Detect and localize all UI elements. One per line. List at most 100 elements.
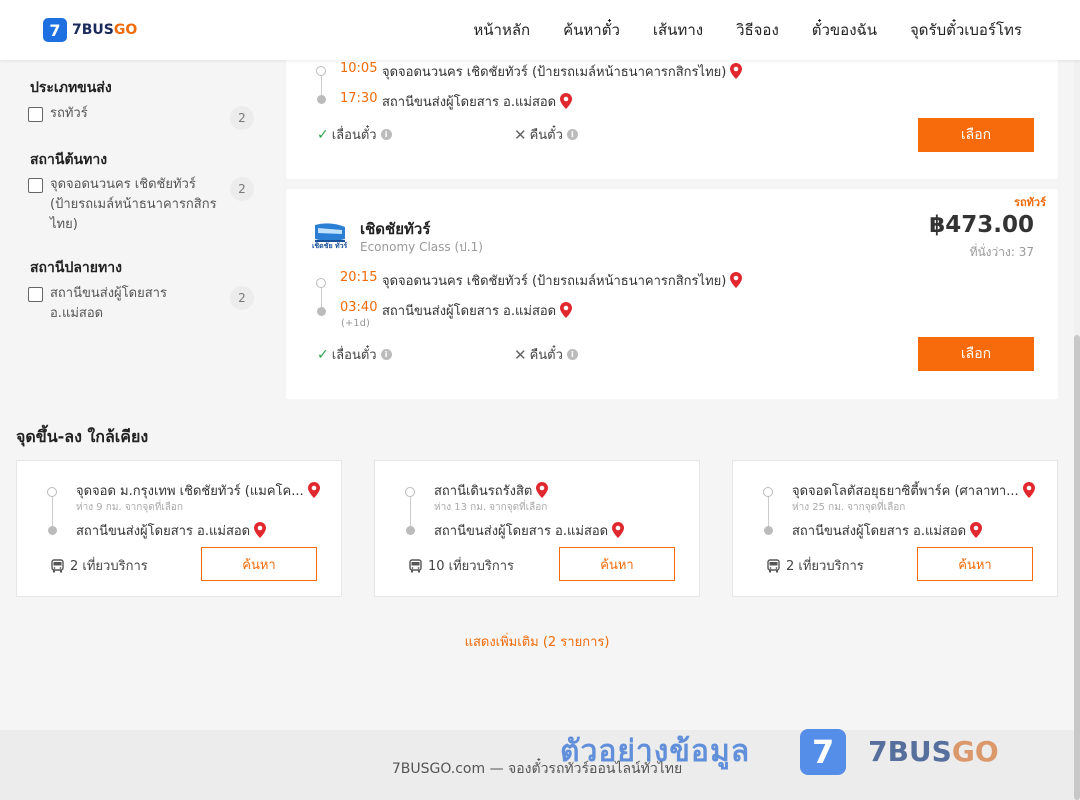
arrive-station: สถานีขนส่งผู้โดยสาร อ.แม่สอด xyxy=(382,91,573,112)
seats-available: ที่นั่งว่าง: 37 xyxy=(969,245,1034,259)
destination-dot xyxy=(406,526,415,535)
origin-dot xyxy=(763,487,773,497)
nearby-search-button[interactable]: ค้นหา xyxy=(917,547,1033,581)
depart-station: จุดจอดนวนคร เชิดชัยทัวร์ (ป้ายรถเมล์หน้า… xyxy=(382,61,743,82)
nearby-distance: ห่าง 9 กม. จากจุดที่เลือก xyxy=(76,502,183,513)
filter-checkbox[interactable] xyxy=(28,287,43,302)
filter-label: จุดจอดนวนคร เชิดชัยทัวร์ (ป้ายรถเมล์หน้า… xyxy=(50,177,217,232)
filter-checkbox[interactable] xyxy=(28,107,43,122)
logo-wordmark: 7BUSGO xyxy=(72,22,138,38)
map-pin-icon[interactable] xyxy=(307,482,320,498)
trip-card: 10:05 จุดจอดนวนคร เชิดชัยทัวร์ (ป้ายรถเม… xyxy=(286,60,1058,179)
sample-watermark: ตัวอย่างข้อมูล 7 7BUSGO xyxy=(560,728,999,775)
count-badge: 2 xyxy=(230,106,254,130)
nav-pickup-points[interactable]: จุดรับตั๋วเบอร์โทร xyxy=(910,18,1022,42)
select-trip-button[interactable]: เลือก xyxy=(918,337,1034,371)
nav-how-to-book[interactable]: วิธีจอง xyxy=(736,18,779,42)
filter-label: รถทัวร์ xyxy=(50,106,88,121)
count-badge: 2 xyxy=(230,286,254,310)
watermark-text: ตัวอย่างข้อมูล xyxy=(560,734,751,769)
nearby-search-button[interactable]: ค้นหา xyxy=(201,547,317,581)
nearby-to-station: สถานีขนส่งผู้โดยสาร อ.แม่สอด xyxy=(434,520,625,541)
filter-label: สถานีขนส่งผู้โดยสาร อ.แม่สอด xyxy=(50,286,167,321)
nearby-card: สถานีเดินรถรังสิต ห่าง 13 กม. จากจุดที่เ… xyxy=(374,460,700,597)
watermark-brand: 7BUSGO xyxy=(868,735,999,768)
info-icon[interactable]: i xyxy=(380,349,392,360)
page-scrollbar[interactable] xyxy=(1074,0,1080,800)
nearby-card: จุดจอด ม.กรุงเทพ เชิดชัยทัวร์ (แมคโค... … xyxy=(16,460,342,597)
nav-search-tickets[interactable]: ค้นหาตั๋ว xyxy=(563,18,620,42)
nearby-trip-count: 2 เที่ยวบริการ xyxy=(767,555,864,576)
nearby-from-station: สถานีเดินรถรังสิต xyxy=(434,480,549,501)
filter-checkbox[interactable] xyxy=(28,178,43,193)
filter-option-tour-bus[interactable]: รถทัวร์ 2 xyxy=(28,106,256,130)
filter-option-origin-station[interactable]: จุดจอดนวนคร เชิดชัยทัวร์ (ป้ายรถเมล์หน้า… xyxy=(28,177,256,235)
nearby-to-station: สถานีขนส่งผู้โดยสาร อ.แม่สอด xyxy=(792,520,983,541)
destination-dot xyxy=(317,95,326,104)
bus-icon xyxy=(409,558,422,572)
map-pin-icon[interactable] xyxy=(560,93,573,109)
map-pin-icon[interactable] xyxy=(730,63,743,79)
info-icon[interactable]: i xyxy=(566,129,578,140)
map-pin-icon[interactable] xyxy=(254,522,267,538)
site-logo[interactable]: 7 7BUSGO xyxy=(43,18,137,42)
depart-station: จุดจอดนวนคร เชิดชัยทัวร์ (ป้ายรถเมล์หน้า… xyxy=(382,270,743,291)
arrive-time: 17:30 xyxy=(340,91,378,106)
show-more-link[interactable]: แสดงเพิ่มเติม (2 รายการ) xyxy=(0,631,1074,652)
reschedule-policy: ✓ เลื่อนตั๋ว i xyxy=(317,344,392,365)
depart-time: 20:15 xyxy=(340,270,378,285)
nearby-trip-count: 2 เที่ยวบริการ xyxy=(51,555,148,576)
origin-dot xyxy=(405,487,415,497)
cross-icon: ✕ xyxy=(514,345,527,364)
nav-routes[interactable]: เส้นทาง xyxy=(653,18,703,42)
filter-option-destination-station[interactable]: สถานีขนส่งผู้โดยสาร อ.แม่สอด 2 xyxy=(28,286,256,324)
info-icon[interactable]: i xyxy=(380,129,392,140)
count-badge: 2 xyxy=(230,177,254,201)
destination-dot xyxy=(48,526,57,535)
refund-policy: ✕ คืนตั๋ว i xyxy=(514,124,578,145)
cross-icon: ✕ xyxy=(514,125,527,144)
bus-class: Economy Class (ป.1) xyxy=(360,240,483,254)
map-pin-icon[interactable] xyxy=(730,272,743,288)
bus-icon xyxy=(767,558,780,572)
refund-policy: ✕ คืนตั๋ว i xyxy=(514,344,578,365)
map-pin-icon[interactable] xyxy=(970,522,983,538)
main-nav: หน้าหลัก ค้นหาตั๋ว เส้นทาง วิธีจอง ตั๋วข… xyxy=(440,0,1022,60)
nearby-trip-count: 10 เที่ยวบริการ xyxy=(409,555,514,576)
check-icon: ✓ xyxy=(317,126,329,143)
operator-logo-caption: เชิดชัย ทัวร์ xyxy=(312,242,348,250)
nearby-search-button[interactable]: ค้นหา xyxy=(559,547,675,581)
bus-icon xyxy=(51,558,64,572)
nearby-to-station: สถานีขนส่งผู้โดยสาร อ.แม่สอด xyxy=(76,520,267,541)
filter-title-origin: สถานีต้นทาง xyxy=(30,152,108,168)
arrive-time: 03:40 xyxy=(340,300,378,315)
origin-dot xyxy=(47,487,57,497)
filter-title-destination: สถานีปลายทาง xyxy=(30,260,122,276)
filter-title-transport-type: ประเภทขนส่ง xyxy=(30,80,112,96)
map-pin-icon[interactable] xyxy=(536,482,549,498)
nearby-card: จุดจอดโลตัสอยุธยาซิตี้พาร์ค (ศาลาทา... ห… xyxy=(732,460,1058,597)
arrive-station: สถานีขนส่งผู้โดยสาร อ.แม่สอด xyxy=(382,300,573,321)
select-trip-button[interactable]: เลือก xyxy=(918,118,1034,152)
map-pin-icon[interactable] xyxy=(612,522,625,538)
watermark-logo-mark: 7 xyxy=(800,728,847,775)
nav-home[interactable]: หน้าหลัก xyxy=(473,18,530,42)
nav-my-tickets[interactable]: ตั๋วของฉัน xyxy=(812,18,877,42)
scrollbar-thumb[interactable] xyxy=(1074,335,1080,800)
ticket-price: ฿473.00 xyxy=(929,212,1034,238)
next-day-indicator: (+1d) xyxy=(341,318,370,329)
nearby-from-station: จุดจอด ม.กรุงเทพ เชิดชัยทัวร์ (แมคโค... xyxy=(76,480,320,501)
nearby-distance: ห่าง 25 กม. จากจุดที่เลือก xyxy=(792,502,906,513)
destination-dot xyxy=(764,526,773,535)
map-pin-icon[interactable] xyxy=(560,302,573,318)
map-pin-icon[interactable] xyxy=(1022,482,1035,498)
depart-time: 10:05 xyxy=(340,61,378,76)
origin-dot xyxy=(316,278,326,288)
origin-dot xyxy=(316,66,326,76)
info-icon[interactable]: i xyxy=(566,349,578,360)
nearby-section-title: จุดขึ้น-ลง ใกล้เคียง xyxy=(16,427,149,446)
check-icon: ✓ xyxy=(317,346,329,363)
logo-mark: 7 xyxy=(43,18,67,42)
trip-card: รถทัวร์ เชิดชัย ทัวร์ เชิดชัยทัวร์ Econo… xyxy=(286,189,1058,399)
reschedule-policy: ✓ เลื่อนตั๋ว i xyxy=(317,124,392,145)
